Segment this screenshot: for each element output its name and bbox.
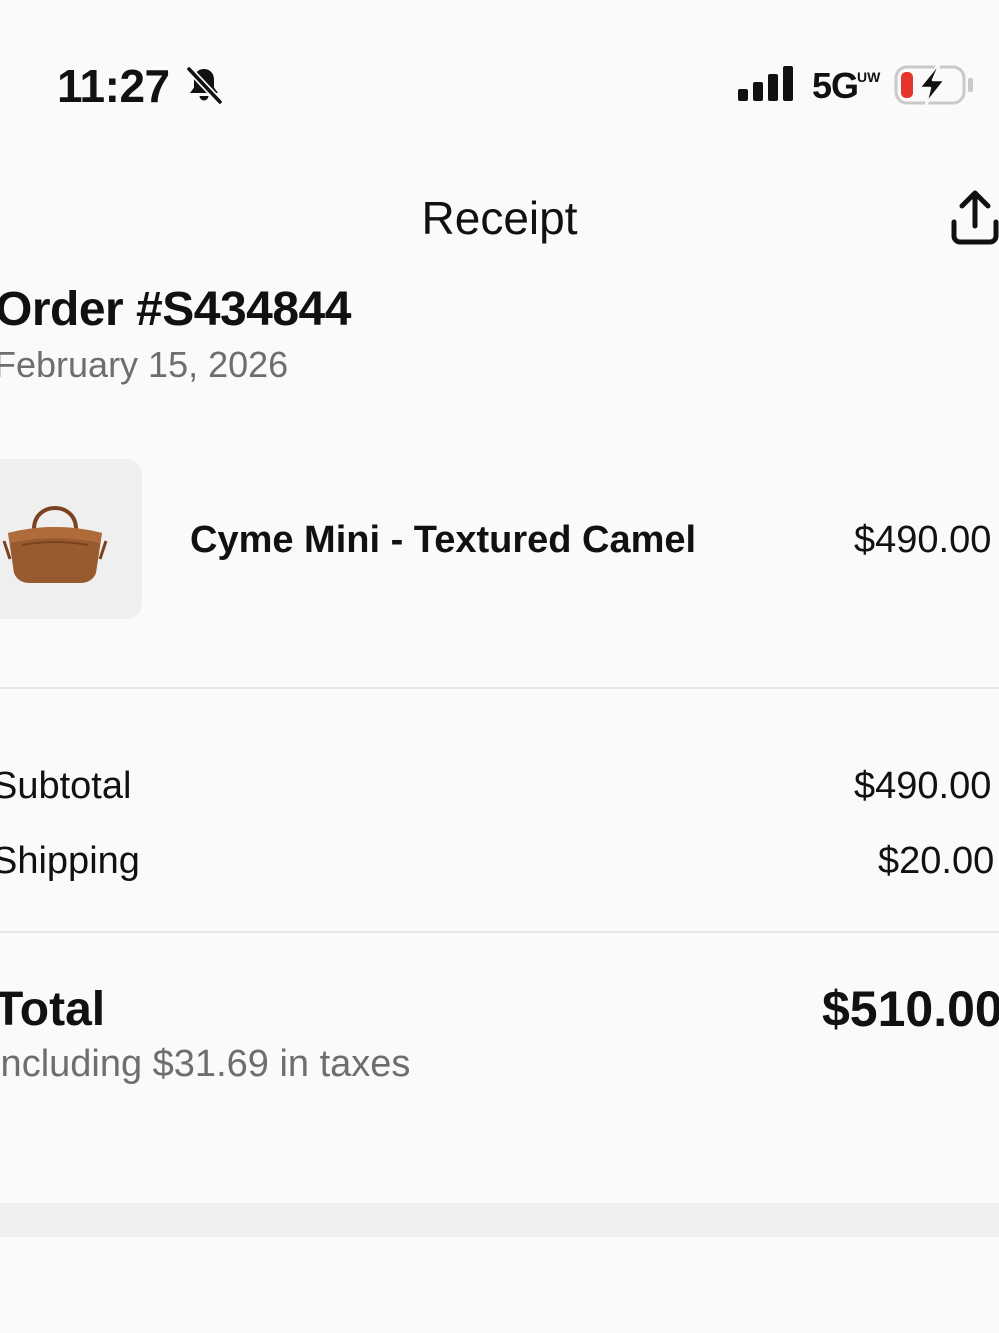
total-label: Total xyxy=(0,983,106,1036)
page-title: Receipt xyxy=(421,192,578,244)
network-subtype: UW xyxy=(857,69,881,85)
receipt-screen: 11:27 5G UW Receipt Order #S434844 Febru… xyxy=(0,0,999,1333)
total-value: $510.00 xyxy=(822,981,999,1037)
order-date: February 15, 2026 xyxy=(0,344,289,385)
section-separator-band xyxy=(0,1203,999,1237)
share-icon[interactable] xyxy=(945,186,999,250)
subtotal-label: Subtotal xyxy=(0,765,132,807)
subtotal-value: $490.00 xyxy=(854,765,992,807)
status-time: 11:27 xyxy=(57,60,170,112)
network-type: 5G xyxy=(812,65,859,106)
line-item-name[interactable]: Cyme Mini - Textured Camel xyxy=(190,517,696,563)
section-divider xyxy=(0,687,999,689)
shipping-label: Shipping xyxy=(0,840,140,882)
section-divider xyxy=(0,931,999,933)
camel-handbag-image xyxy=(2,506,108,583)
product-thumbnail[interactable] xyxy=(0,459,142,619)
battery-charging-icon xyxy=(894,64,973,106)
line-item-price: $490.00 xyxy=(854,519,992,561)
bell-slash-icon xyxy=(185,65,224,106)
order-number: Order #S434844 xyxy=(0,283,351,336)
shipping-value: $20.00 xyxy=(878,840,995,882)
cellular-signal-icon xyxy=(738,66,793,101)
tax-note: Including $31.69 in taxes xyxy=(0,1043,411,1085)
